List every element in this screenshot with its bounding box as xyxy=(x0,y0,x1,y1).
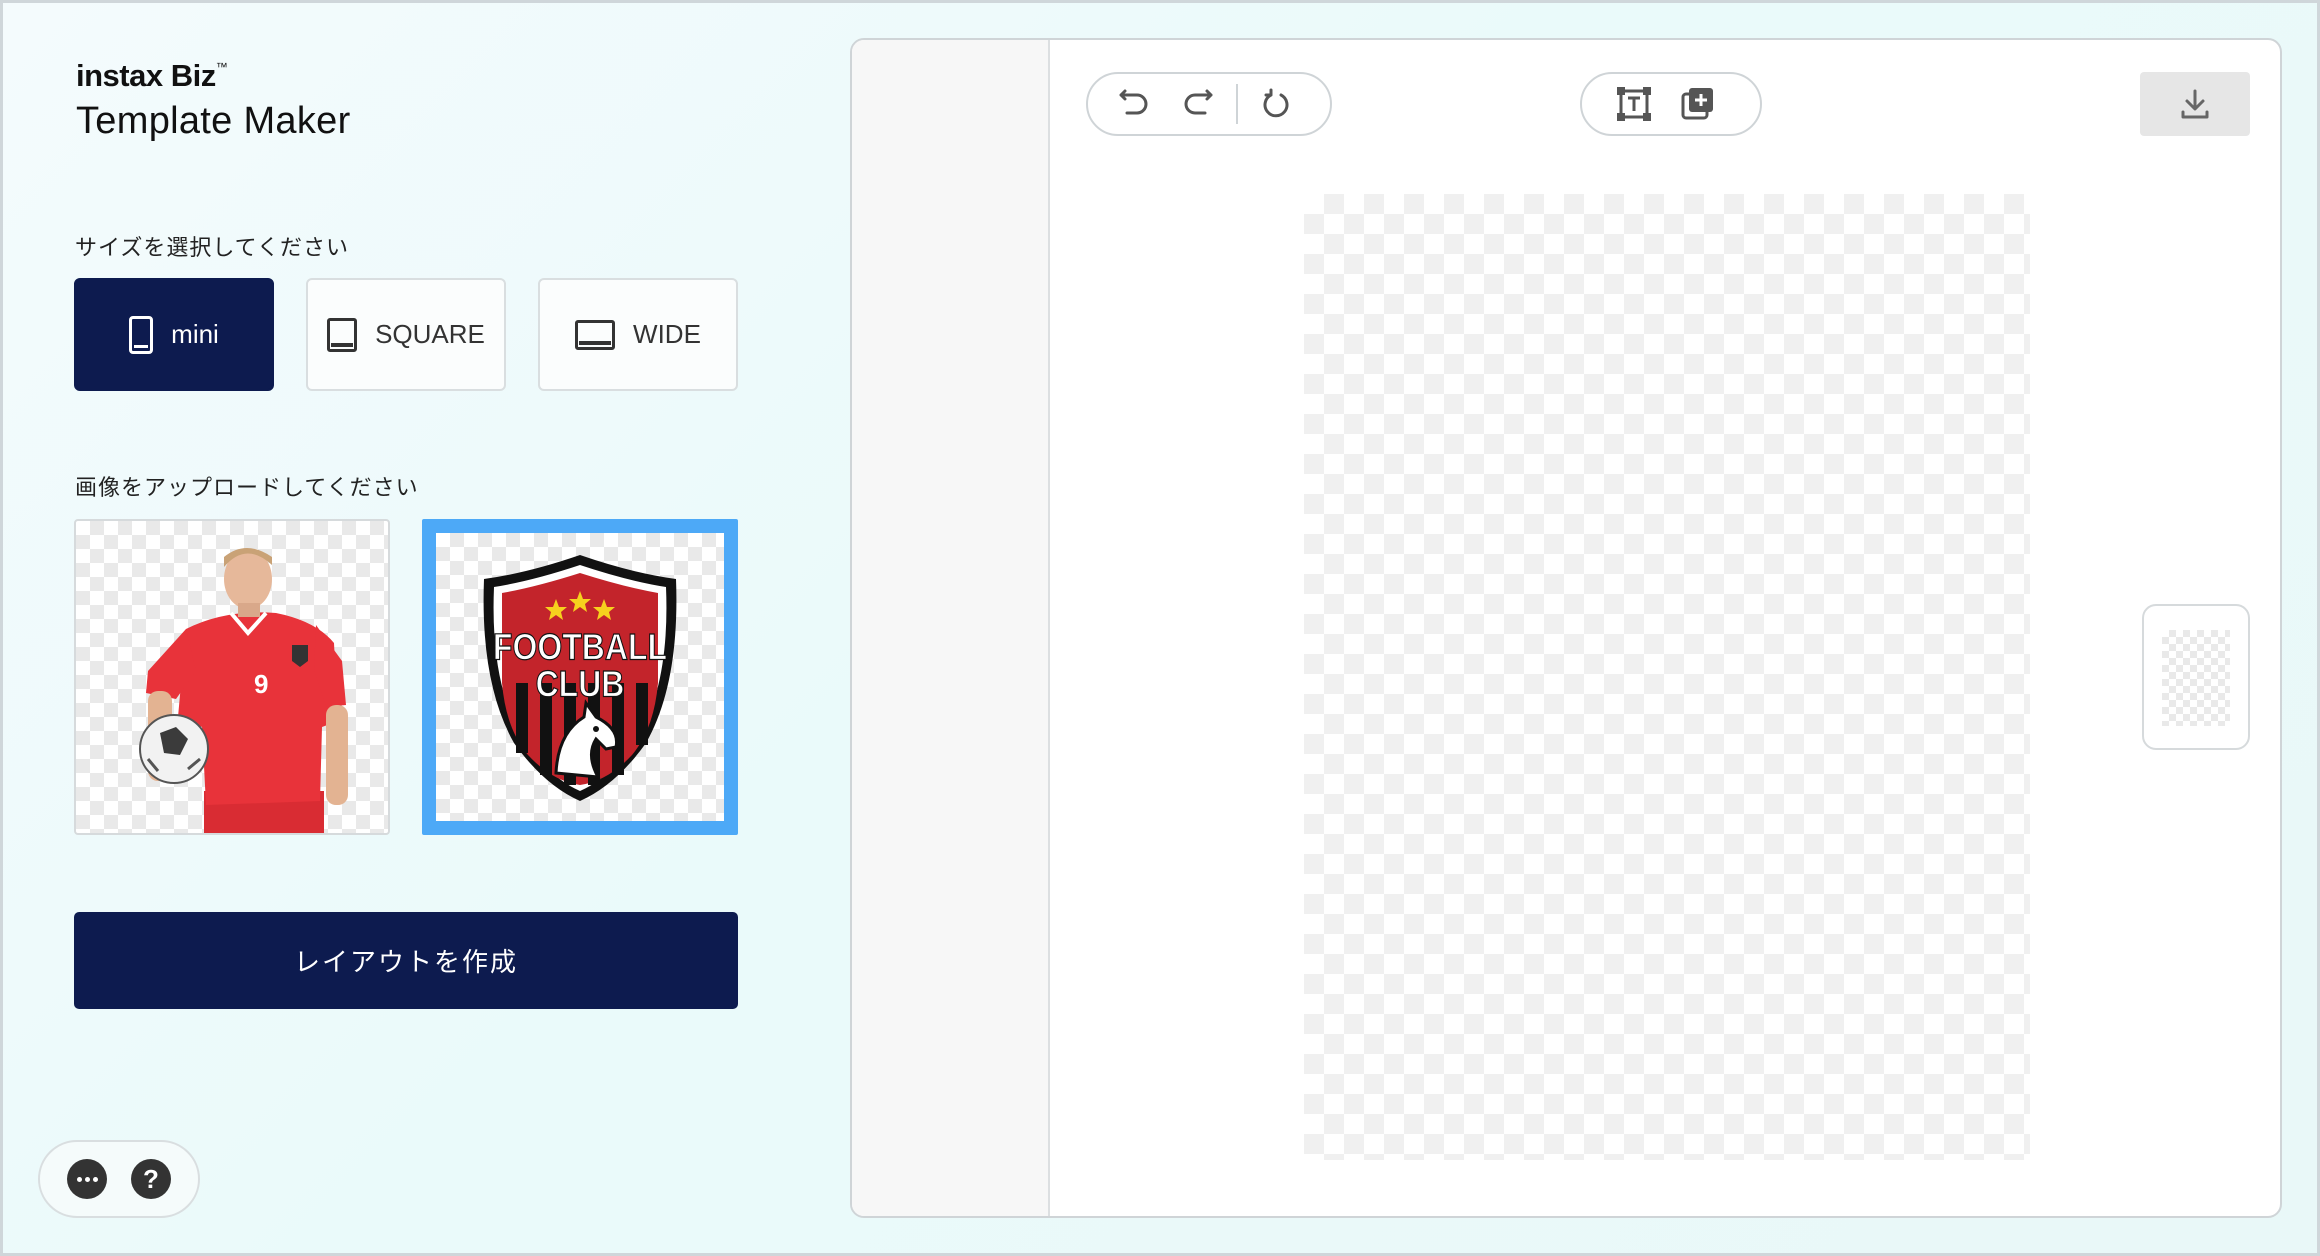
add-text-icon[interactable] xyxy=(1602,74,1666,134)
upload-section-label: 画像をアップロードしてください xyxy=(75,475,419,500)
redo-icon[interactable] xyxy=(1166,74,1230,134)
football-club-logo: FOOTBALL CLUB xyxy=(483,555,677,801)
reset-icon[interactable] xyxy=(1244,74,1308,134)
download-icon xyxy=(2181,89,2209,119)
square-card-icon xyxy=(327,317,358,352)
editor-panel xyxy=(850,38,2282,1218)
soccer-player-image[interactable]: 9 xyxy=(74,519,390,835)
logo-text-football: FOOTBALL xyxy=(493,627,667,668)
size-option-label: mini xyxy=(171,319,219,349)
page-thumbnail-preview xyxy=(2162,630,2230,726)
size-option-label: SQUARE xyxy=(375,319,485,349)
svg-text:9: 9 xyxy=(254,669,268,699)
wide-card-icon xyxy=(575,319,616,350)
template-canvas[interactable] xyxy=(1304,194,2030,1160)
size-option-square[interactable]: SQUARE xyxy=(306,278,506,391)
football-club-logo-image[interactable]: FOOTBALL CLUB xyxy=(422,519,738,835)
undo-icon[interactable] xyxy=(1102,74,1166,134)
portrait-card-icon xyxy=(129,315,154,354)
history-toolbar xyxy=(1086,72,1332,136)
size-section-label: サイズを選択してください xyxy=(75,235,350,260)
logo-text-club: CLUB xyxy=(536,664,625,705)
toolbar-separator xyxy=(1236,84,1238,124)
size-option-label: WIDE xyxy=(633,319,701,349)
help-icon[interactable]: ? xyxy=(131,1159,171,1199)
more-icon[interactable] xyxy=(67,1159,107,1199)
app-title: Template Maker xyxy=(76,100,351,142)
page-thumbnail[interactable] xyxy=(2142,604,2250,750)
size-option-wide[interactable]: WIDE xyxy=(538,278,738,391)
insert-toolbar xyxy=(1580,72,1762,136)
size-option-mini[interactable]: mini xyxy=(74,278,274,391)
create-layout-button[interactable]: レイアウトを作成 xyxy=(74,912,738,1009)
add-image-icon[interactable] xyxy=(1666,74,1730,134)
brand: instax Biz™ Template Maker xyxy=(76,58,351,143)
brand-logo: instax Biz™ xyxy=(76,58,228,93)
footer-controls: ? xyxy=(38,1140,200,1218)
editor-sidebar xyxy=(852,40,1050,1216)
soccer-player-illustration: 9 xyxy=(139,548,348,833)
download-button[interactable] xyxy=(2140,72,2250,136)
